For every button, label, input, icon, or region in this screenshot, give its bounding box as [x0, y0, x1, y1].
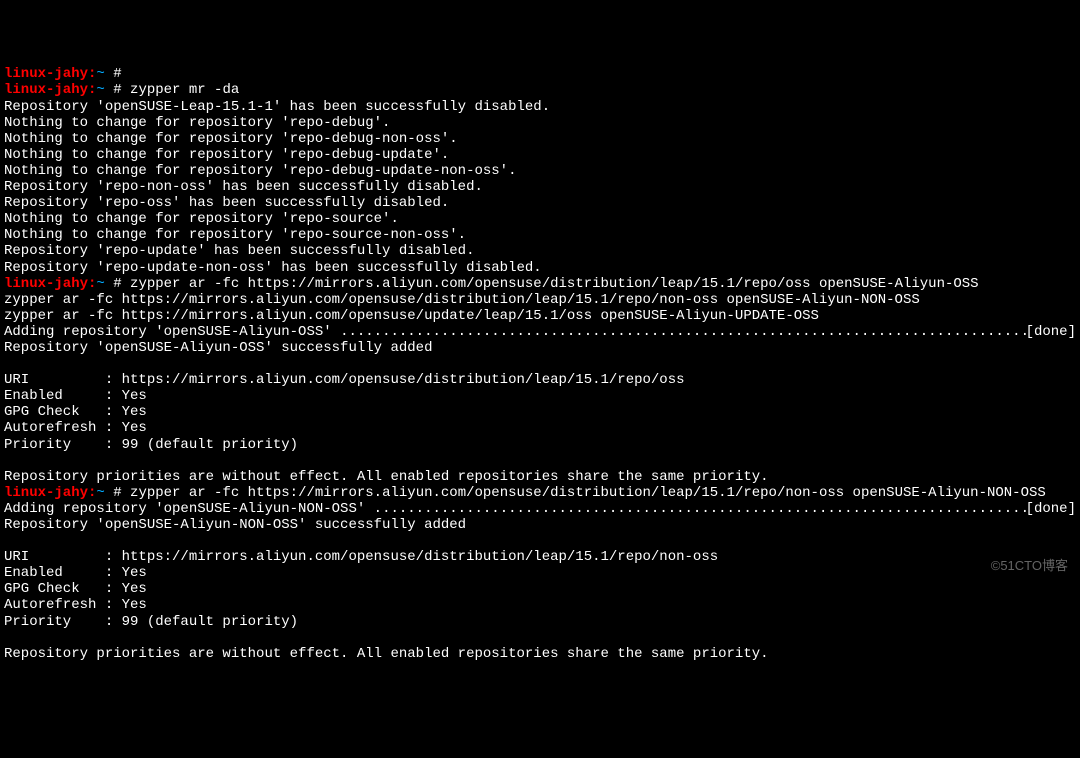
output-line: Enabled : Yes	[4, 565, 1076, 581]
progress-done: [done]	[1026, 501, 1076, 517]
terminal-output[interactable]: linux-jahy:~ #linux-jahy:~ # zypper mr -…	[4, 66, 1076, 661]
output-line: Priority : 99 (default priority)	[4, 614, 1076, 630]
output-line: Repository 'repo-non-oss' has been succe…	[4, 179, 1076, 195]
output-line: Repository priorities are without effect…	[4, 646, 1076, 662]
prompt-path: ~	[96, 485, 104, 501]
output-line: URI : https://mirrors.aliyun.com/opensus…	[4, 372, 1076, 388]
prompt-path: ~	[96, 82, 104, 98]
output-line: Nothing to change for repository 'repo-d…	[4, 163, 1076, 179]
prompt-symbol: #	[105, 66, 122, 82]
command-text: zypper mr -da	[122, 82, 240, 98]
prompt-line: linux-jahy:~ # zypper ar -fc https://mir…	[4, 485, 1076, 501]
output-line: Repository 'openSUSE-Aliyun-NON-OSS' suc…	[4, 517, 1076, 533]
output-line: Repository 'repo-update-non-oss' has bee…	[4, 260, 1076, 276]
output-line: Nothing to change for repository 'repo-d…	[4, 147, 1076, 163]
prompt-symbol: #	[105, 276, 122, 292]
progress-dots: ........................................…	[374, 501, 1026, 517]
prompt-host: linux-jahy:	[4, 82, 96, 98]
output-line	[4, 453, 1076, 469]
output-line: zypper ar -fc https://mirrors.aliyun.com…	[4, 292, 1076, 308]
output-line: Nothing to change for repository 'repo-s…	[4, 227, 1076, 243]
watermark-text: ©51CTO博客	[991, 559, 1068, 574]
output-line: Autorefresh : Yes	[4, 597, 1076, 613]
output-line: zypper ar -fc https://mirrors.aliyun.com…	[4, 308, 1076, 324]
progress-line: Adding repository 'openSUSE-Aliyun-OSS' …	[4, 324, 1076, 340]
prompt-path: ~	[96, 66, 104, 82]
prompt-host: linux-jahy:	[4, 276, 96, 292]
output-line: GPG Check : Yes	[4, 404, 1076, 420]
progress-line: Adding repository 'openSUSE-Aliyun-NON-O…	[4, 501, 1076, 517]
output-line	[4, 630, 1076, 646]
progress-dots: ........................................…	[340, 324, 1026, 340]
output-line: Repository priorities are without effect…	[4, 469, 1076, 485]
progress-label: Adding repository 'openSUSE-Aliyun-NON-O…	[4, 501, 374, 517]
prompt-host: linux-jahy:	[4, 485, 96, 501]
prompt-line: linux-jahy:~ #	[4, 66, 1076, 82]
output-line: URI : https://mirrors.aliyun.com/opensus…	[4, 549, 1076, 565]
prompt-host: linux-jahy:	[4, 66, 96, 82]
command-text: zypper ar -fc https://mirrors.aliyun.com…	[122, 276, 979, 292]
command-text: zypper ar -fc https://mirrors.aliyun.com…	[122, 485, 1046, 501]
output-line: Autorefresh : Yes	[4, 420, 1076, 436]
output-line: Repository 'repo-oss' has been successfu…	[4, 195, 1076, 211]
output-line: Priority : 99 (default priority)	[4, 437, 1076, 453]
output-line: Enabled : Yes	[4, 388, 1076, 404]
output-line	[4, 356, 1076, 372]
progress-label: Adding repository 'openSUSE-Aliyun-OSS'	[4, 324, 340, 340]
prompt-line: linux-jahy:~ # zypper ar -fc https://mir…	[4, 276, 1076, 292]
output-line: Nothing to change for repository 'repo-d…	[4, 131, 1076, 147]
output-line: Repository 'repo-update' has been succes…	[4, 243, 1076, 259]
output-line: Repository 'openSUSE-Leap-15.1-1' has be…	[4, 99, 1076, 115]
output-line: Repository 'openSUSE-Aliyun-OSS' success…	[4, 340, 1076, 356]
prompt-line: linux-jahy:~ # zypper mr -da	[4, 82, 1076, 98]
prompt-symbol: #	[105, 485, 122, 501]
progress-done: [done]	[1026, 324, 1076, 340]
prompt-path: ~	[96, 276, 104, 292]
output-line	[4, 533, 1076, 549]
output-line: Nothing to change for repository 'repo-d…	[4, 115, 1076, 131]
output-line: Nothing to change for repository 'repo-s…	[4, 211, 1076, 227]
prompt-symbol: #	[105, 82, 122, 98]
output-line: GPG Check : Yes	[4, 581, 1076, 597]
